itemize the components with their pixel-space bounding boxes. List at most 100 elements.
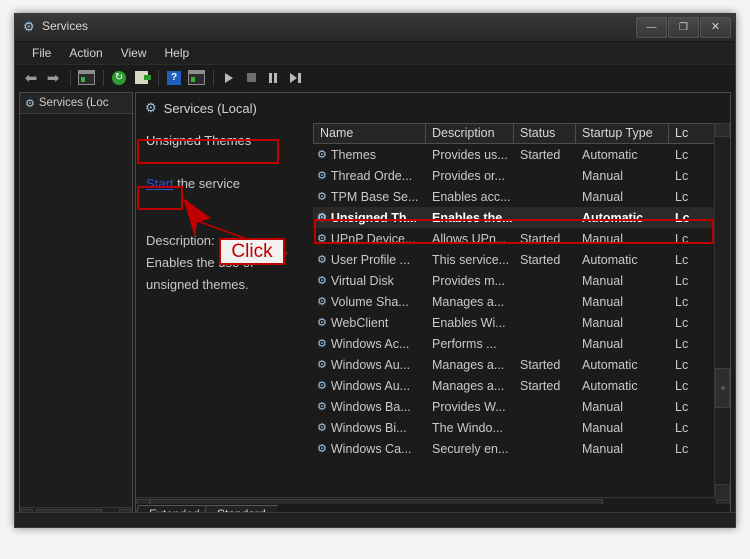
scroll-down-button[interactable] [715, 484, 730, 498]
service-gear-icon: ⚙ [317, 359, 327, 371]
cell-service-name: Windows Bi... [330, 420, 407, 435]
properties-button[interactable] [186, 68, 206, 87]
service-gear-icon: ⚙ [317, 275, 327, 287]
refresh-button[interactable]: ↻ [109, 68, 129, 87]
cell-description: Performs ... [432, 336, 497, 351]
table-row[interactable]: ⚙ Virtual Disk Provides m... Manual Lc [313, 270, 730, 291]
scroll-up-button[interactable] [715, 123, 730, 137]
pause-service-button[interactable] [263, 68, 283, 87]
cell-startup: Automatic [582, 252, 638, 267]
table-row[interactable]: ⚙ Thread Orde... Provides or... Manual Lc [313, 165, 730, 186]
column-header-name[interactable]: Name [313, 123, 426, 144]
start-service-link[interactable]: Start [146, 176, 173, 191]
cell-service-name: Volume Sha... [330, 294, 409, 309]
table-row[interactable]: ⚙ WebClient Enables Wi... Manual Lc [313, 312, 730, 333]
cell-startup: Manual [582, 168, 623, 183]
service-gear-icon: ⚙ [317, 170, 327, 182]
window-body: ⚙ Services (Loc ⚙ Services (Local) Unsig… [15, 89, 735, 527]
close-button[interactable]: ✕ [700, 17, 731, 38]
pause-service-icon [269, 72, 277, 83]
service-action-suffix: the service [173, 176, 240, 191]
service-gear-icon: ⚙ [317, 443, 327, 455]
table-row[interactable]: ⚙ Unsigned Th... Enables the... Automatic Lc [313, 207, 730, 228]
tree-root-item[interactable]: ⚙ Services (Loc [20, 93, 132, 114]
console-tree-pane: ⚙ Services (Loc [19, 92, 133, 524]
cell-service-name: WebClient [330, 315, 389, 330]
cell-startup: Manual [582, 420, 623, 435]
cell-service-name: Thread Orde... [330, 168, 413, 183]
table-row[interactable]: ⚙ Volume Sha... Manages a... Manual Lc [313, 291, 730, 312]
cell-description: The Windo... [432, 420, 503, 435]
refresh-icon: ↻ [112, 70, 126, 85]
cell-description: Provides W... [432, 399, 506, 414]
service-gear-icon: ⚙ [317, 149, 327, 161]
stop-service-button[interactable] [241, 68, 261, 87]
cell-startup: Manual [582, 294, 623, 309]
show-hide-console-tree-icon [77, 70, 95, 85]
cell-startup: Manual [582, 315, 623, 330]
table-row[interactable]: ⚙ UPnP Device... Allows UPn... Started Manua… [313, 228, 730, 249]
column-header-startup-type[interactable]: Startup Type [576, 123, 669, 144]
service-gear-icon: ⚙ [317, 296, 327, 308]
table-row[interactable]: ⚙ TPM Base Se... Enables acc... Manual Lc [313, 186, 730, 207]
cell-service-name: Unsigned Th... [330, 210, 417, 225]
minimize-icon: — [646, 22, 657, 33]
cell-description: This service... [432, 252, 510, 267]
service-action-line: Start the service [146, 175, 305, 192]
cell-description: Provides m... [432, 273, 505, 288]
menu-item-view[interactable]: View [112, 44, 156, 62]
cell-status: Started [520, 147, 561, 162]
cell-startup: Manual [582, 231, 623, 246]
start-service-button[interactable] [219, 68, 239, 87]
table-row[interactable]: ⚙ Windows Au... Manages a... Started Automat… [313, 354, 730, 375]
cell-startup: Automatic [582, 147, 638, 162]
service-gear-icon: ⚙ [317, 233, 327, 245]
table-row[interactable]: ⚙ Windows Ba... Provides W... Manual Lc [313, 396, 730, 417]
list-header-row: Name Description Status Startup Type Lc [313, 123, 730, 144]
toolbar-separator-1 [70, 69, 71, 86]
properties-icon [187, 70, 205, 85]
menu-item-help[interactable]: Help [156, 44, 199, 62]
column-header-description[interactable]: Description [426, 123, 514, 144]
export-list-button[interactable] [131, 68, 151, 87]
cell-service-name: Windows Ac... [330, 336, 410, 351]
table-row[interactable]: ⚙ Windows Bi... The Windo... Manual Lc [313, 417, 730, 438]
back-button[interactable]: ⬅ [21, 68, 41, 87]
window-controls: — ❐ ✕ [636, 17, 731, 38]
restart-service-button[interactable] [285, 68, 305, 87]
details-pane: ⚙ Services (Local) Unsigned Themes Start… [135, 92, 731, 524]
maximize-button[interactable]: ❐ [668, 17, 699, 38]
services-list: Name Description Status Startup Type Lc ⚙ The… [313, 123, 730, 498]
menu-item-action[interactable]: Action [60, 44, 111, 62]
cell-description: Provides us... [432, 147, 508, 162]
pane-columns: Unsigned Themes Start the service Descri… [136, 123, 730, 498]
service-gear-icon: ⚙ [317, 401, 327, 413]
minimize-button[interactable]: — [636, 17, 667, 38]
table-row[interactable]: ⚙ Windows Au... Manages a... Started Automat… [313, 375, 730, 396]
show-hide-console-tree-button[interactable] [76, 68, 96, 87]
cell-status: Started [520, 378, 561, 393]
cell-description: Enables the... [432, 210, 513, 225]
cell-startup: Manual [582, 189, 623, 204]
list-vertical-scrollbar[interactable] [714, 123, 730, 498]
window-titlebar[interactable]: ⚙ Services — ❐ ✕ [15, 14, 735, 42]
help-button[interactable]: ? [164, 68, 184, 87]
cell-service-name: Themes [330, 147, 377, 162]
cell-startup: Manual [582, 336, 623, 351]
table-row[interactable]: ⚙ User Profile ... This service... Started A… [313, 249, 730, 270]
table-row[interactable]: ⚙ Windows Ac... Performs ... Manual Lc [313, 333, 730, 354]
forward-button[interactable]: ➡ [43, 68, 63, 87]
cell-service-name: Virtual Disk [330, 273, 394, 288]
services-gear-icon: ⚙ [145, 100, 157, 115]
table-row[interactable]: ⚙ Themes Provides us... Started Automatic Lc [313, 144, 730, 165]
service-gear-icon: ⚙ [317, 422, 327, 434]
cell-description: Manages a... [432, 357, 505, 372]
vertical-scroll-thumb[interactable] [715, 368, 730, 408]
cell-service-name: UPnP Device... [330, 231, 416, 246]
menu-item-file[interactable]: File [23, 44, 60, 62]
close-icon: ✕ [710, 21, 721, 33]
pane-title-label: Services (Local) [163, 100, 257, 116]
column-header-status[interactable]: Status [514, 123, 576, 144]
service-gear-icon: ⚙ [317, 254, 327, 266]
table-row[interactable]: ⚙ Windows Ca... Securely en... Manual Lc [313, 438, 730, 459]
